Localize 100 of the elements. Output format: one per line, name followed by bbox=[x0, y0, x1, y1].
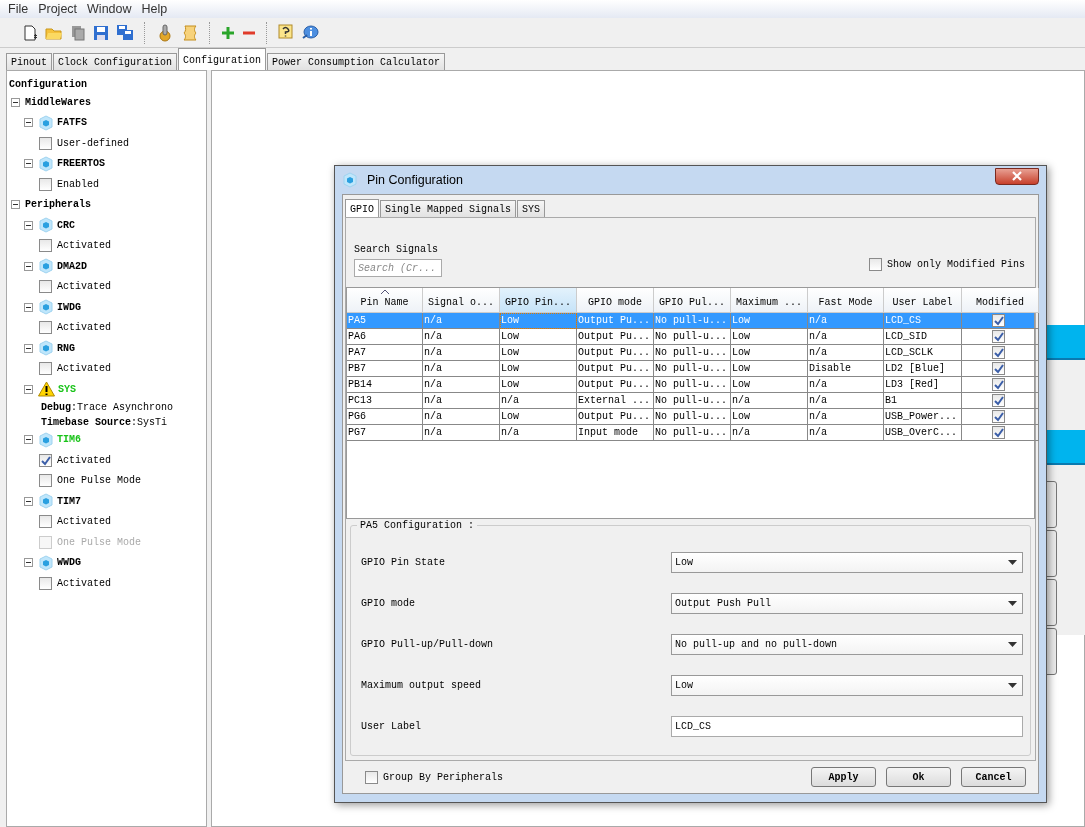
menu-item[interactable]: Window bbox=[87, 2, 132, 16]
tab[interactable]: Clock Configuration bbox=[53, 53, 178, 70]
save-icon[interactable] bbox=[93, 24, 109, 41]
table-cell: B1 bbox=[884, 393, 962, 409]
dialog-button[interactable]: Cancel bbox=[961, 767, 1026, 787]
table-cell: Input mode bbox=[577, 425, 654, 441]
column-header[interactable]: GPIO Pul... bbox=[654, 288, 731, 313]
checkbox[interactable] bbox=[991, 330, 1005, 343]
checkbox[interactable] bbox=[991, 394, 1005, 407]
info-icon[interactable] bbox=[301, 24, 319, 41]
checkbox[interactable] bbox=[39, 474, 52, 488]
checkbox-label[interactable]: One Pulse Mode bbox=[57, 475, 141, 487]
checkbox-label[interactable]: Activated bbox=[57, 454, 111, 466]
text-field[interactable]: LCD_CS bbox=[671, 715, 1023, 737]
tree-item[interactable]: WWDG bbox=[57, 557, 81, 569]
collapse-icon[interactable] bbox=[11, 200, 20, 210]
checkbox[interactable] bbox=[39, 280, 52, 294]
checkbox-label[interactable]: Activated bbox=[57, 577, 111, 589]
column-header[interactable]: Pin Name bbox=[347, 288, 423, 313]
checkbox-label[interactable]: Show only Modified Pins bbox=[886, 259, 1025, 270]
document-icon[interactable] bbox=[70, 24, 86, 41]
menu-item[interactable]: File bbox=[8, 2, 29, 16]
checkbox[interactable] bbox=[991, 362, 1005, 375]
search-field[interactable]: Search (Cr... bbox=[354, 259, 442, 277]
tab[interactable]: Power Consumption Calculator bbox=[267, 53, 446, 70]
checkbox-label[interactable]: Activated bbox=[57, 516, 111, 528]
close-button[interactable] bbox=[995, 167, 1039, 185]
checkbox-label[interactable]: Activated bbox=[57, 322, 111, 334]
checkbox-label[interactable]: Activated bbox=[57, 363, 111, 375]
help-icon[interactable] bbox=[278, 24, 294, 41]
column-header[interactable]: Modified bbox=[962, 288, 1039, 313]
table-cell: n/a bbox=[808, 345, 884, 361]
dialog-button[interactable]: Apply bbox=[811, 767, 876, 787]
dropdown[interactable]: No pull-up and no pull-down bbox=[671, 633, 1023, 655]
checkbox-label[interactable]: Activated bbox=[57, 281, 111, 293]
checkbox-label[interactable]: Enabled bbox=[57, 178, 99, 190]
column-header[interactable]: GPIO mode bbox=[577, 288, 654, 313]
tree-root[interactable]: Configuration bbox=[9, 79, 87, 90]
checkbox[interactable] bbox=[39, 136, 52, 150]
checkbox[interactable] bbox=[991, 410, 1005, 423]
checkbox[interactable] bbox=[868, 258, 882, 271]
checkbox[interactable] bbox=[991, 378, 1005, 391]
checkbox[interactable] bbox=[991, 346, 1005, 359]
tab[interactable]: SYS bbox=[517, 200, 546, 217]
new-file-icon[interactable] bbox=[22, 24, 38, 41]
collapse-icon[interactable] bbox=[24, 220, 33, 230]
checkbox[interactable] bbox=[365, 770, 378, 784]
dropdown[interactable]: Low bbox=[671, 551, 1023, 573]
checkbox[interactable] bbox=[39, 453, 52, 467]
checkbox[interactable] bbox=[39, 177, 52, 191]
tab[interactable]: Single Mapped Signals bbox=[380, 200, 517, 217]
dialog-button[interactable]: Ok bbox=[886, 767, 951, 787]
checkbox[interactable] bbox=[39, 362, 52, 376]
table-cell: No pull-u... bbox=[654, 425, 731, 441]
tree-item[interactable]: DMA2D bbox=[57, 260, 87, 272]
column-header[interactable]: User Label bbox=[884, 288, 962, 313]
tree-category[interactable]: MiddleWares bbox=[25, 96, 91, 108]
tab[interactable]: GPIO bbox=[345, 199, 379, 217]
menu-item[interactable]: Project bbox=[38, 2, 78, 16]
checkbox-label[interactable]: Activated bbox=[57, 240, 111, 252]
tab[interactable]: Configuration bbox=[178, 48, 267, 70]
checkbox[interactable] bbox=[991, 314, 1005, 327]
tree-item[interactable]: RNG bbox=[57, 342, 75, 354]
tree-item[interactable]: IWDG bbox=[57, 301, 81, 313]
dropdown[interactable]: Output Push Pull bbox=[671, 592, 1023, 614]
tree-item[interactable]: TIM7 bbox=[57, 495, 81, 507]
menu-item[interactable]: Help bbox=[141, 2, 168, 16]
collapse-icon[interactable] bbox=[24, 435, 33, 445]
collapse-icon[interactable] bbox=[24, 496, 33, 506]
collapse-icon[interactable] bbox=[24, 343, 33, 353]
checkbox[interactable] bbox=[39, 515, 52, 529]
column-header[interactable]: Fast Mode bbox=[808, 288, 884, 313]
column-header[interactable]: Signal o... bbox=[423, 288, 500, 313]
checkbox[interactable] bbox=[39, 576, 52, 590]
collapse-icon[interactable] bbox=[24, 261, 33, 271]
tree-item[interactable]: CRC bbox=[57, 219, 75, 231]
checkbox-label[interactable]: Group By Peripherals bbox=[383, 771, 504, 783]
column-header[interactable]: GPIO Pin... bbox=[500, 288, 577, 313]
table-cell: n/a bbox=[423, 425, 500, 441]
collapse-icon[interactable] bbox=[11, 97, 20, 107]
tree-item[interactable]: FATFS bbox=[57, 117, 87, 129]
add-icon[interactable] bbox=[221, 25, 235, 40]
checkbox[interactable] bbox=[39, 321, 52, 335]
checkbox[interactable] bbox=[991, 426, 1005, 439]
table-cell: Output Pu... bbox=[577, 329, 654, 345]
collapse-icon[interactable] bbox=[24, 384, 33, 394]
tab[interactable]: Pinout bbox=[6, 53, 52, 70]
table-cell: PG6 bbox=[347, 409, 423, 425]
table-cell: n/a bbox=[808, 313, 884, 329]
collapse-icon[interactable] bbox=[24, 159, 33, 169]
tree-category[interactable]: Peripherals bbox=[25, 199, 91, 211]
checkbox-label[interactable]: User-defined bbox=[57, 137, 129, 149]
column-header[interactable]: Maximum ... bbox=[731, 288, 808, 313]
collapse-icon[interactable] bbox=[24, 302, 33, 312]
dropdown[interactable]: Low bbox=[671, 674, 1023, 696]
checkbox[interactable] bbox=[39, 239, 52, 253]
save-all-icon[interactable] bbox=[116, 24, 134, 41]
collapse-icon[interactable] bbox=[24, 558, 33, 568]
tree-item[interactable]: FREERTOS bbox=[57, 158, 105, 170]
collapse-icon[interactable] bbox=[24, 118, 33, 128]
